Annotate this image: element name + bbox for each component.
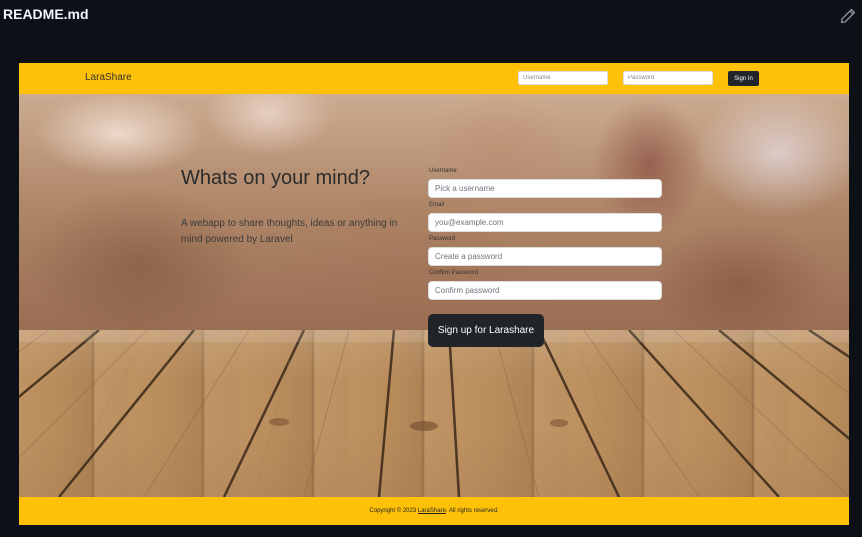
password-input[interactable]: [428, 247, 662, 266]
hero-tagline: A webapp to share thoughts, ideas or any…: [181, 218, 398, 245]
navbar-username-input[interactable]: [518, 71, 608, 85]
hero-headline: Whats on your mind?: [181, 167, 370, 189]
username-label: Username: [429, 168, 457, 174]
footer-copyright: Copyright © 2023: [369, 508, 418, 514]
password-label: Password: [429, 236, 456, 242]
confirm-password-input[interactable]: [428, 281, 662, 300]
footer-rights: . All rights reserved.: [445, 508, 499, 514]
email-label: Email: [429, 202, 445, 208]
confirm-password-label: Confirm Password: [429, 270, 479, 276]
username-input[interactable]: [428, 179, 662, 198]
footer: Copyright © 2023 LaraShare. All rights r…: [19, 497, 849, 525]
signup-button[interactable]: Sign up for Larashare: [428, 314, 544, 347]
screenshot-frame: LaraShare Sign In: [19, 63, 849, 525]
footer-larashare-link[interactable]: LaraShare: [418, 508, 446, 514]
navbar-password-input[interactable]: [623, 71, 713, 85]
pencil-icon[interactable]: [840, 8, 856, 24]
navbar: LaraShare Sign In: [19, 63, 849, 95]
hero-section: Whats on your mind? A webapp to share th…: [19, 94, 849, 497]
readme-header: README.md: [0, 0, 862, 34]
email-input[interactable]: [428, 213, 662, 232]
readme-title: README.md: [3, 6, 89, 22]
sign-in-button[interactable]: Sign In: [728, 71, 759, 86]
wood-floor-planks: [19, 330, 849, 497]
brand-link[interactable]: LaraShare: [85, 72, 132, 83]
